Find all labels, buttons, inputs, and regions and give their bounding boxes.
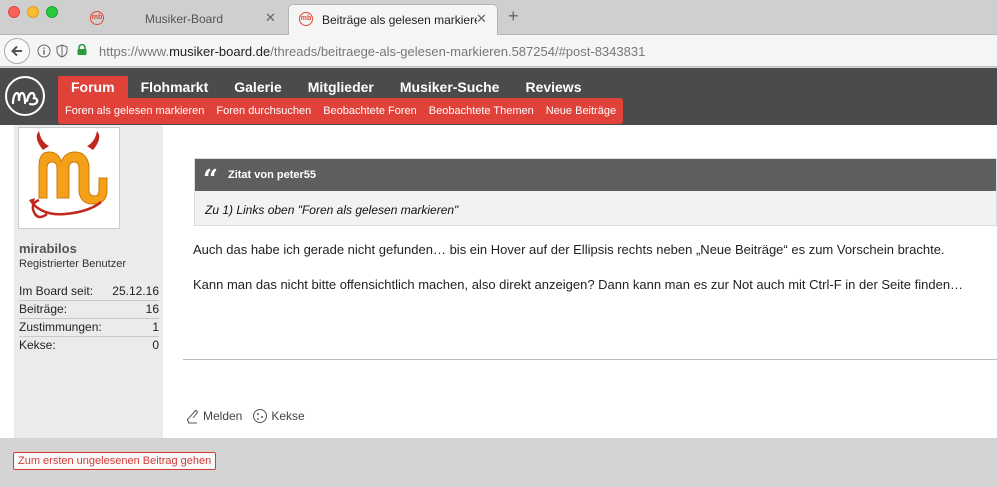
nav-flohmarkt[interactable]: Flohmarkt: [128, 76, 222, 98]
quote-icon: “: [203, 165, 218, 195]
post-paragraph: Auch das habe ich gerade nicht gefunden……: [193, 242, 945, 257]
report-label: Melden: [203, 409, 243, 423]
cookie-icon: [253, 409, 268, 423]
url-path: /threads/beitraege-als-gelesen-markieren…: [270, 44, 646, 59]
browser-tab-active[interactable]: mb Beiträge als gelesen markieren ✕: [288, 4, 498, 35]
subnav-watched-forums[interactable]: Beobachtete Foren: [317, 98, 423, 124]
tab-title: Beiträge als gelesen markieren: [322, 13, 477, 27]
nav-galerie[interactable]: Galerie: [221, 76, 294, 98]
user-stats: Im Board seit: 25.12.16 Beiträge: 16 Zus…: [19, 283, 159, 355]
url-scheme: https://www.: [99, 44, 170, 59]
post-paragraph: Kann man das nicht bitte offensichtlich …: [193, 277, 964, 292]
report-button[interactable]: Melden: [186, 408, 242, 424]
cookie-label: Kekse: [271, 409, 305, 423]
post-quote: “ Zitat von peter55 Zu 1) Links oben "Fo…: [194, 158, 997, 226]
url-bar: https://www.musiker-board.de/threads/bei…: [0, 35, 997, 67]
stat-value: 0: [152, 338, 159, 352]
stat-value: 25.12.16: [112, 284, 159, 298]
stat-label: Beiträge:: [19, 302, 68, 316]
subnav-new-posts[interactable]: Neue Beiträge: [540, 98, 622, 124]
subnav-mark-forums-read[interactable]: Foren als gelesen markieren: [59, 98, 210, 124]
stat-row: Beiträge: 16: [19, 301, 159, 319]
info-icon[interactable]: [37, 44, 51, 58]
window-close-button[interactable]: [8, 6, 20, 18]
subnav-watched-threads[interactable]: Beobachtete Themen: [423, 98, 540, 124]
window-minimize-button[interactable]: [27, 6, 39, 18]
main-nav: Forum Flohmarkt Galerie Mitglieder Musik…: [58, 76, 595, 98]
url-domain: musiker-board.de: [169, 44, 271, 59]
stat-row: Im Board seit: 25.12.16: [19, 283, 159, 301]
stat-value[interactable]: 16: [146, 301, 159, 318]
site-favicon-icon: mb: [299, 12, 313, 26]
stat-row: Kekse: 0: [19, 337, 159, 355]
site-favicon-icon: mb: [90, 11, 104, 25]
subnav-search-forums[interactable]: Foren durchsuchen: [210, 98, 317, 124]
stat-label: Im Board seit:: [19, 284, 94, 298]
nav-musiker-suche[interactable]: Musiker-Suche: [387, 76, 513, 98]
new-tab-icon[interactable]: +: [508, 6, 519, 27]
nav-reviews[interactable]: Reviews: [512, 76, 594, 98]
avatar[interactable]: [18, 127, 120, 229]
window-zoom-button[interactable]: [46, 6, 58, 18]
cookie-button[interactable]: Kekse: [252, 408, 305, 424]
close-tab-icon[interactable]: ✕: [476, 11, 487, 27]
browser-tab-bar: mb Musiker-Board ✕ mb Beiträge als geles…: [0, 0, 997, 35]
quote-text: Zu 1) Links oben "Foren als gelesen mark…: [205, 203, 459, 217]
nav-forum[interactable]: Forum: [58, 76, 128, 98]
shield-icon[interactable]: [56, 44, 68, 58]
back-button[interactable]: [4, 38, 30, 64]
musiker-board-logo[interactable]: [3, 74, 47, 118]
stat-label: Zustimmungen:: [19, 320, 102, 334]
lock-icon: [77, 44, 87, 55]
url-field[interactable]: https://www.musiker-board.de/threads/bei…: [99, 44, 645, 59]
nav-mitglieder[interactable]: Mitglieder: [295, 76, 387, 98]
stat-value: 1: [152, 320, 159, 334]
report-icon: [187, 410, 198, 424]
devil-m-avatar-icon: [29, 131, 108, 219]
post-actions: Melden Kekse: [186, 408, 315, 424]
post-divider: [183, 359, 997, 360]
forum-sub-nav: Foren als gelesen markieren Foren durchs…: [58, 98, 624, 124]
quote-author: Zitat von peter55: [227, 169, 316, 181]
user-title: Registrierter Benutzer: [19, 258, 126, 270]
stat-label: Kekse:: [19, 338, 56, 352]
tab-title: Musiker-Board: [145, 12, 224, 26]
first-unread-button[interactable]: Zum ersten ungelesenen Beitrag gehen: [13, 452, 217, 470]
arrow-left-icon: [11, 45, 22, 57]
post-username[interactable]: mirabilos: [19, 241, 77, 256]
close-tab-icon[interactable]: ✕: [265, 10, 276, 26]
browser-tab-musiker-board[interactable]: mb Musiker-Board ✕: [75, 4, 285, 35]
quote-header[interactable]: “ Zitat von peter55: [195, 159, 996, 195]
stat-row: Zustimmungen: 1: [19, 319, 159, 337]
